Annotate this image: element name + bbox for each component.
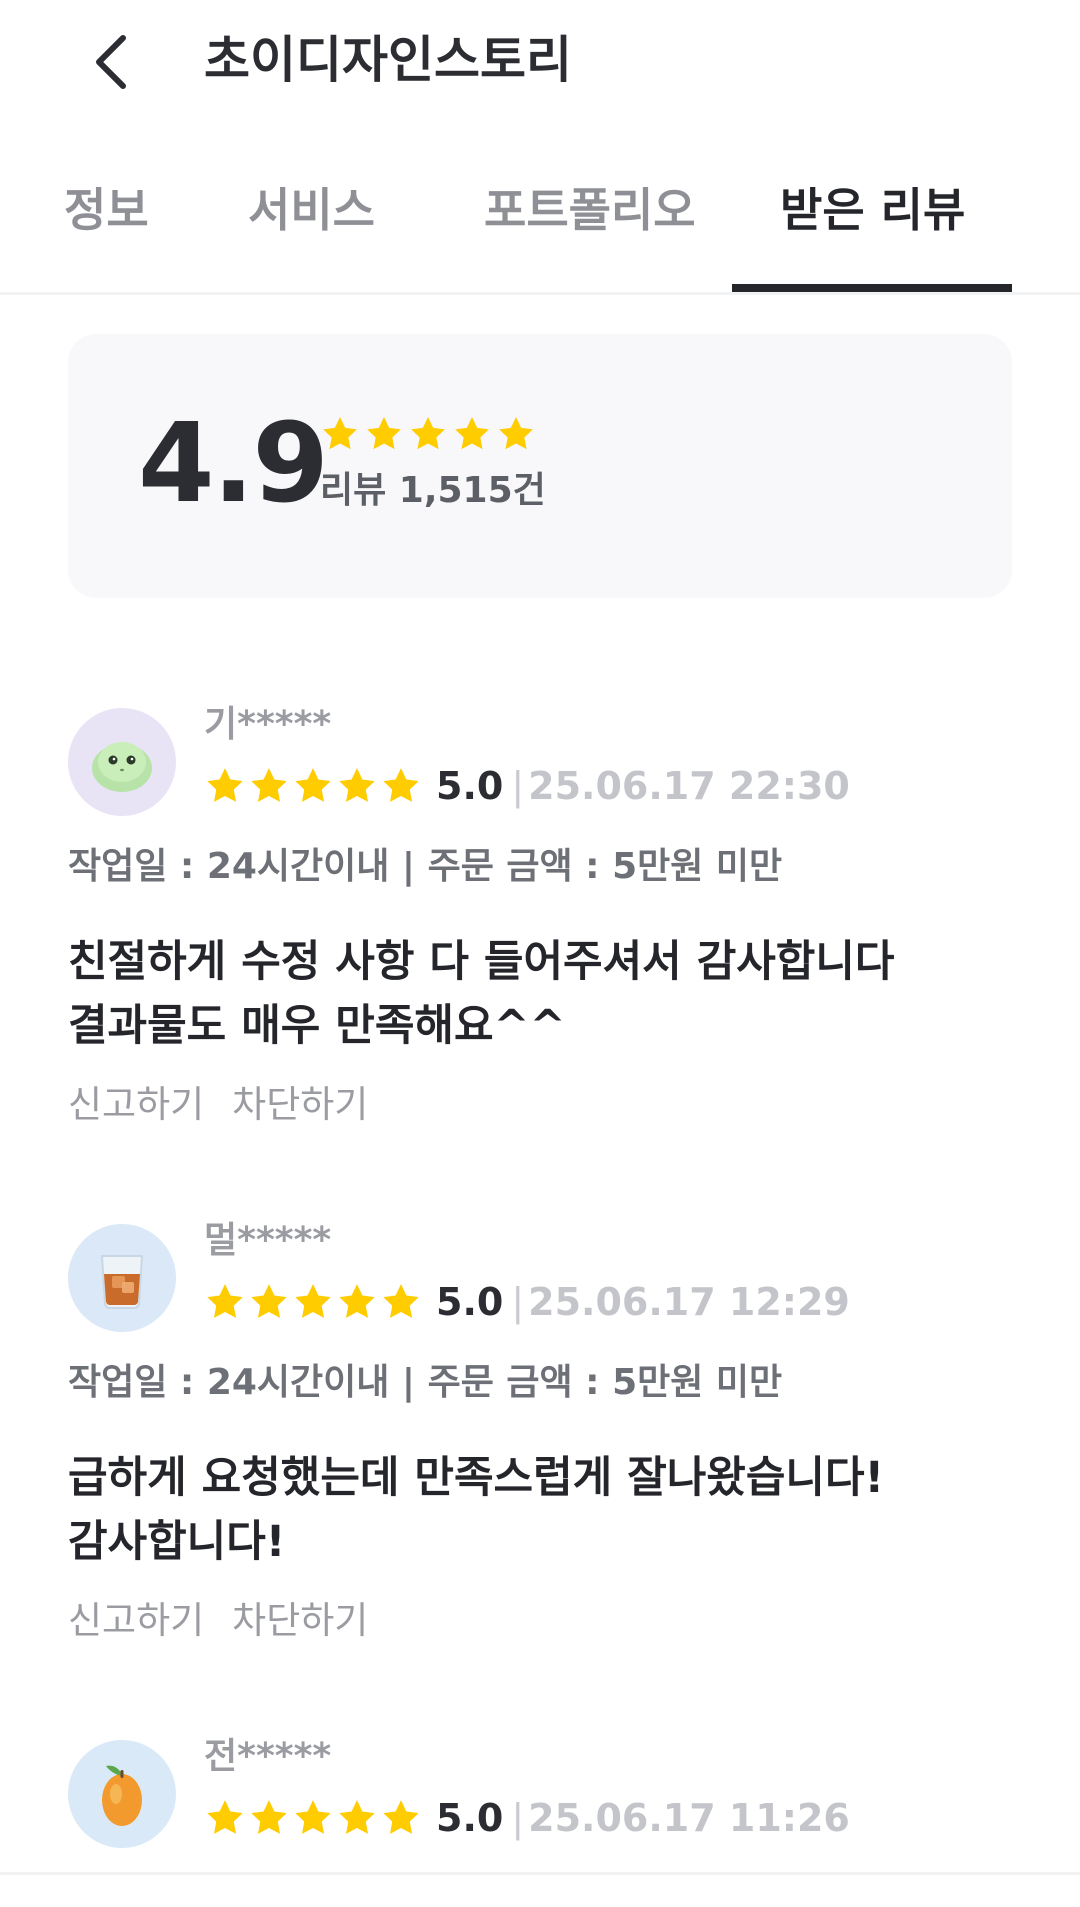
review-date: 25.06.17 12:29	[528, 1280, 850, 1324]
review-text-line: 감사합니다!	[68, 1517, 286, 1567]
avatar	[68, 1224, 176, 1332]
star-icon	[367, 417, 401, 450]
whiskey-glass-avatar-icon	[100, 1255, 144, 1309]
rating-row: 5.0 | 25.06.17 12:29	[204, 1274, 850, 1330]
star-icon	[207, 768, 243, 802]
back-button[interactable]	[70, 22, 150, 102]
star-icon	[295, 1800, 331, 1834]
star-icon	[251, 768, 287, 802]
average-rating: 4.9	[138, 399, 329, 527]
top-bar: 초이디자인스토리	[0, 0, 1080, 120]
reviewer-name: 기*****	[204, 704, 332, 745]
report-button[interactable]: 신고하기	[68, 1083, 204, 1126]
rating-summary-card: 4.9 리뷰 1,515건	[68, 334, 1012, 598]
separator: |	[511, 1280, 525, 1324]
review-date: 25.06.17 22:30	[528, 764, 850, 808]
star-icon	[295, 768, 331, 802]
star-icon	[383, 1800, 419, 1834]
turtle-avatar-icon	[92, 742, 152, 792]
star-icon	[455, 417, 489, 450]
order-meta: 작업일 : 24시간이내 | 주문 금액 : 5만원 미만	[68, 1362, 783, 1403]
review-text-line: 급하게 요청했는데 만족스럽게 잘나왔습니다!	[68, 1453, 885, 1503]
block-button[interactable]: 차단하기	[232, 1599, 368, 1642]
bottom-divider	[0, 1872, 1080, 1875]
separator: |	[511, 1796, 525, 1840]
reviewer-name: 전*****	[204, 1736, 332, 1777]
star-icon	[339, 1284, 375, 1318]
review-text: 친절하게 수정 사항 다 들어주셔서 감사합니다 결과물도 매우 만족해요^^	[68, 930, 1012, 1058]
star-icon	[295, 1284, 331, 1318]
star-icon	[251, 1800, 287, 1834]
review-score: 5.0	[436, 764, 504, 808]
order-meta: 작업일 : 24시간이내 | 주문 금액 : 5만원 미만	[68, 846, 783, 887]
report-button[interactable]: 신고하기	[68, 1599, 204, 1642]
review-date: 25.06.17 11:26	[528, 1796, 850, 1840]
rating-row: 5.0 | 25.06.17 22:30	[204, 758, 850, 814]
star-icon	[207, 1800, 243, 1834]
star-icon	[411, 417, 445, 450]
mango-avatar-icon	[102, 1765, 142, 1826]
block-button[interactable]: 차단하기	[232, 1083, 368, 1126]
star-icon	[383, 1284, 419, 1318]
summary-stars	[320, 414, 536, 454]
rating-stars	[204, 1797, 422, 1839]
tab-portfolio[interactable]: 포트폴리오	[484, 180, 696, 240]
star-icon	[251, 1284, 287, 1318]
star-icon	[323, 417, 357, 450]
review-text-line: 결과물도 매우 만족해요^^	[68, 1001, 566, 1051]
page-title: 초이디자인스토리	[204, 31, 572, 89]
star-icon	[207, 1284, 243, 1318]
review-count: 리뷰 1,515건	[320, 470, 546, 511]
tab-services[interactable]: 서비스	[248, 180, 375, 240]
star-icon	[339, 1800, 375, 1834]
avatar	[68, 1740, 176, 1848]
separator: |	[511, 764, 525, 808]
chevron-left-icon	[96, 35, 126, 89]
active-tab-indicator	[732, 284, 1012, 292]
review-score: 5.0	[436, 1796, 504, 1840]
review-score: 5.0	[436, 1280, 504, 1324]
review-text-line: 친절하게 수정 사항 다 들어주셔서 감사합니다	[68, 937, 895, 987]
star-icon	[499, 417, 533, 450]
rating-row: 5.0 | 25.06.17 11:26	[204, 1790, 850, 1846]
review-actions: 신고하기 차단하기	[68, 1596, 368, 1646]
rating-stars	[204, 765, 422, 807]
avatar	[68, 708, 176, 816]
rating-stars	[204, 1281, 422, 1323]
star-icon	[339, 768, 375, 802]
tab-info[interactable]: 정보	[64, 180, 149, 240]
tab-bar: 정보 서비스 포트폴리오 받은 리뷰	[0, 160, 1080, 295]
tab-reviews[interactable]: 받은 리뷰	[780, 180, 965, 240]
star-icon	[383, 768, 419, 802]
review-text: 급하게 요청했는데 만족스럽게 잘나왔습니다! 감사합니다!	[68, 1446, 1012, 1574]
review-actions: 신고하기 차단하기	[68, 1080, 368, 1130]
reviewer-name: 멀*****	[204, 1220, 332, 1261]
